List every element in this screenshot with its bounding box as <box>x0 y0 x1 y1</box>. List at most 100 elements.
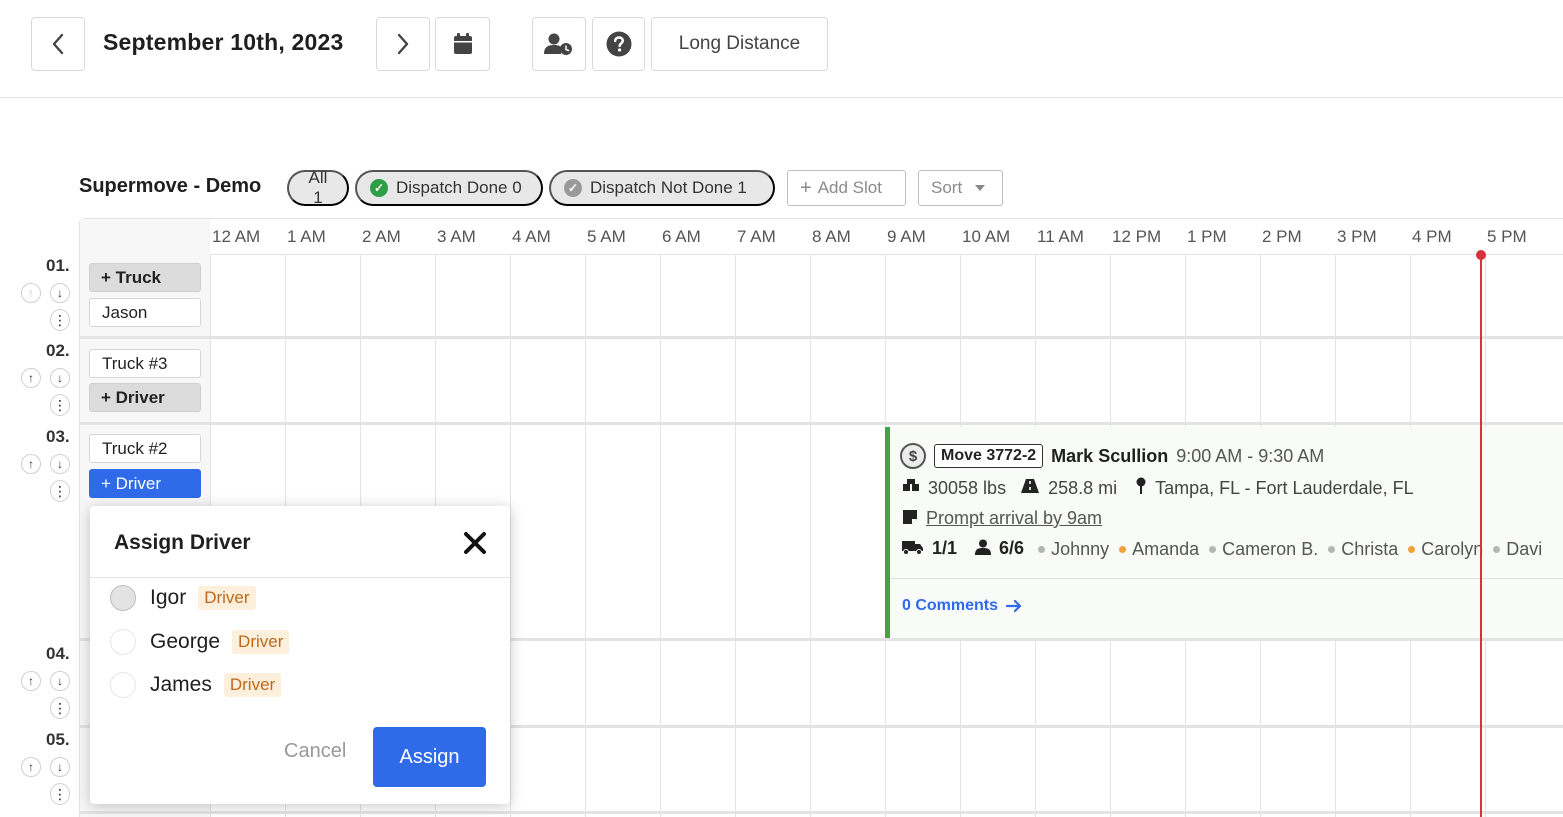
job-note-link[interactable]: Prompt arrival by 9am <box>926 508 1102 529</box>
hour-gridline <box>810 255 811 817</box>
truck-icon <box>902 539 924 559</box>
status-dot <box>1328 546 1336 553</box>
arrow-up-icon: ↑ <box>28 674 34 688</box>
slot-menu-button[interactable]: ⋮ <box>50 394 70 416</box>
move-up-button[interactable]: ↑ <box>21 454 41 474</box>
cancel-button[interactable]: Cancel <box>284 740 346 763</box>
driver-option-james[interactable]: James Driver <box>110 672 282 698</box>
arrow-up-icon: ↑ <box>28 286 34 300</box>
kebab-icon: ⋮ <box>53 483 67 499</box>
move-up-button[interactable]: ↑ <box>21 283 41 303</box>
calendar-button[interactable] <box>435 17 490 71</box>
hours-header: 12 AM 1 AM 2 AM 3 AM 4 AM 5 AM 6 AM 7 AM 8 AM 9 A… <box>210 219 1563 255</box>
close-button[interactable] <box>462 530 488 556</box>
long-distance-button[interactable]: Long Distance <box>651 17 828 71</box>
move-down-button[interactable]: ↓ <box>50 283 70 303</box>
add-driver-button-active[interactable]: + Driver <box>89 469 201 498</box>
help-button[interactable] <box>592 17 645 71</box>
truck-chip[interactable]: Truck #3 <box>89 349 201 378</box>
comments-link[interactable]: 0 Comments <box>902 597 1022 615</box>
move-up-button[interactable]: ↑ <box>21 671 41 691</box>
crew-member: Carolyn <box>1408 539 1483 560</box>
radio-button[interactable] <box>110 672 136 698</box>
crew-member-name: Christa <box>1341 539 1399 559</box>
close-icon <box>464 532 486 554</box>
card-divider <box>890 578 1563 579</box>
plus-icon: + <box>800 177 812 199</box>
job-card[interactable]: $ Move 3772-2 Mark Scullion 9:00 AM - 9:… <box>885 427 1563 638</box>
arrow-up-icon: ↑ <box>28 371 34 385</box>
sort-dropdown[interactable]: Sort <box>918 170 1003 206</box>
crew-member: Cameron B. <box>1209 539 1318 560</box>
move-up-button[interactable]: ↑ <box>21 757 41 777</box>
slot-number: 03. <box>46 427 70 446</box>
next-day-button[interactable] <box>376 17 430 71</box>
filter-dispatch-done-chip[interactable]: ✓ Dispatch Done 0 <box>355 170 543 206</box>
arrow-up-icon: ↑ <box>28 457 34 471</box>
row-divider <box>80 336 1563 339</box>
previous-day-button[interactable] <box>31 17 85 71</box>
hour-label: 3 AM <box>437 227 476 246</box>
radio-button[interactable] <box>110 585 136 611</box>
hour-label: 12 AM <box>212 227 261 246</box>
slot-number: 04. <box>46 644 70 663</box>
hour-label: 2 AM <box>362 227 401 246</box>
hour-gridline <box>510 255 511 817</box>
driver-option-igor[interactable]: Igor Driver <box>110 585 256 611</box>
driver-option-name: James <box>150 673 212 696</box>
driver-option-george[interactable]: George Driver <box>110 629 290 655</box>
add-driver-button[interactable]: + Driver <box>89 383 201 412</box>
hour-label: 4 AM <box>512 227 551 246</box>
kebab-icon: ⋮ <box>53 397 67 413</box>
filter-dispatch-not-done-label: Dispatch Not Done 1 <box>590 178 747 197</box>
check-circle-gray-icon: ✓ <box>564 179 582 197</box>
add-slot-button[interactable]: + Add Slot <box>787 170 906 206</box>
assign-button[interactable]: Assign <box>373 727 486 787</box>
slot-menu-button[interactable]: ⋮ <box>50 783 70 805</box>
radio-button[interactable] <box>110 629 136 655</box>
current-time-line <box>1480 255 1482 817</box>
comments-label: 0 Comments <box>902 597 999 614</box>
move-down-button[interactable]: ↓ <box>50 757 70 777</box>
hour-label: 9 AM <box>887 227 926 246</box>
filter-all-chip[interactable]: All 1 <box>287 168 349 207</box>
move-up-button[interactable]: ↑ <box>21 368 41 388</box>
driver-chip[interactable]: Jason <box>89 298 201 327</box>
crew-member: Amanda <box>1119 539 1199 560</box>
hour-gridline <box>585 255 586 817</box>
hour-label: 3 PM <box>1337 227 1377 246</box>
crew-member: Davi <box>1493 539 1542 560</box>
calendar-icon <box>453 33 472 54</box>
slot-menu-button[interactable]: ⋮ <box>50 480 70 502</box>
role-badge: Driver <box>223 673 282 697</box>
move-down-button[interactable]: ↓ <box>50 671 70 691</box>
hour-label: 1 AM <box>287 227 326 246</box>
hour-label: 6 AM <box>662 227 701 246</box>
job-route: Tampa, FL - Fort Lauderdale, FL <box>1155 477 1414 498</box>
sort-label: Sort <box>931 178 963 197</box>
move-down-button[interactable]: ↓ <box>50 368 70 388</box>
job-details: 30058 lbs 258.8 mi Tampa, FL - Fort Laud… <box>902 477 1414 499</box>
user-schedule-button[interactable] <box>532 17 586 71</box>
slot-menu-button[interactable]: ⋮ <box>50 309 70 331</box>
add-truck-button[interactable]: + Truck <box>89 263 201 292</box>
hour-gridline <box>735 255 736 817</box>
crew-member-name: Davi <box>1506 539 1543 559</box>
hour-gridline <box>660 255 661 817</box>
map-pin-icon <box>1135 477 1147 499</box>
chevron-left-icon <box>52 33 64 55</box>
road-icon <box>1020 478 1040 498</box>
move-down-button[interactable]: ↓ <box>50 454 70 474</box>
truck-chip[interactable]: Truck #2 <box>89 434 201 463</box>
job-note-row: Prompt arrival by 9am <box>902 508 1102 529</box>
move-id-badge[interactable]: Move 3772-2 <box>934 444 1044 468</box>
caret-down-icon <box>975 185 986 191</box>
crew-member: Johnny <box>1038 539 1109 560</box>
hour-label: 8 AM <box>812 227 851 246</box>
kebab-icon: ⋮ <box>53 312 67 328</box>
status-dot <box>1209 546 1217 553</box>
user-icon <box>975 539 992 559</box>
slot-menu-button[interactable]: ⋮ <box>50 697 70 719</box>
crew-member-name: Johnny <box>1051 539 1110 559</box>
filter-dispatch-not-done-chip[interactable]: ✓ Dispatch Not Done 1 <box>549 170 775 206</box>
